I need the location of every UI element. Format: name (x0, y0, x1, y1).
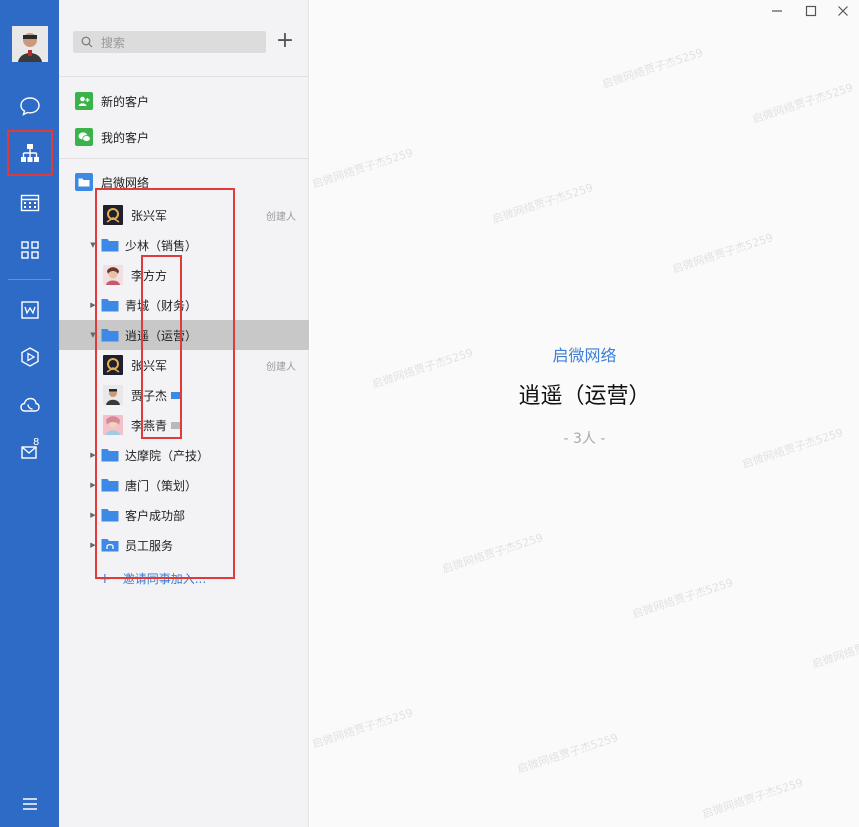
rail-divider (8, 279, 51, 280)
watermark: 启微网络贾子杰5259 (490, 181, 595, 226)
wechat-icon (75, 128, 93, 146)
names-highlight-box (141, 255, 182, 439)
search-input[interactable]: 搜索 (73, 31, 266, 53)
contacts-panel: 搜索 + 新的客户 我的客户 启微网络 张兴军 创建人 ▼ 少林（销售） 李方方… (59, 0, 309, 827)
watermark: 启微网络贾子杰5259 (440, 531, 545, 576)
add-button[interactable]: + (275, 30, 295, 54)
panel-divider (59, 76, 309, 77)
watermark: 启微网络贾子杰5259 (600, 46, 705, 91)
my-customers-item[interactable]: 我的客户 (59, 122, 309, 152)
search-icon (81, 36, 93, 48)
chat-icon[interactable] (0, 86, 59, 126)
cloud-phone-icon[interactable] (0, 385, 59, 425)
org-name: 启微网络 (552, 346, 617, 365)
watermark: 启微网络贾子杰5259 (310, 146, 415, 191)
rail-highlight-box (7, 130, 53, 176)
document-icon[interactable] (0, 290, 59, 330)
calendar-icon[interactable] (0, 183, 59, 223)
watermark: 启微网络贾子杰5259 (670, 231, 775, 276)
maximize-icon[interactable] (804, 4, 818, 18)
search-placeholder: 搜索 (101, 35, 126, 50)
watermark: 启微网络贾子杰5259 (700, 776, 805, 821)
member-count: - 3人 - (563, 431, 606, 447)
watermark: 启微网络贾子杰5259 (630, 576, 735, 621)
mail-badge: 8 (33, 437, 40, 448)
watermark: 启微网络贾子杰5259 (310, 706, 415, 751)
watermark: 启微网络贾子杰5259 (750, 81, 855, 126)
minimize-icon[interactable] (770, 4, 784, 18)
close-icon[interactable] (836, 4, 850, 18)
new-customer-item[interactable]: 新的客户 (59, 86, 309, 116)
folder-icon (75, 173, 93, 191)
watermark: 启微网络贾子杰5259 (810, 626, 859, 671)
department-title: 逍遥（运营） (518, 384, 651, 409)
user-avatar[interactable] (12, 26, 48, 62)
menu-icon[interactable] (0, 784, 59, 824)
detail-pane: 启微网络 逍遥（运营） - 3人 - 启微网络贾子杰5259 启微网络贾子杰52… (310, 0, 859, 827)
add-user-icon (75, 92, 93, 110)
apps-grid-icon[interactable] (0, 230, 59, 270)
nav-rail: 8 (0, 0, 59, 827)
mail-icon[interactable] (0, 432, 59, 472)
watermark: 启微网络贾子杰5259 (515, 731, 620, 776)
hexagon-play-icon[interactable] (0, 337, 59, 377)
panel-divider (59, 158, 309, 159)
